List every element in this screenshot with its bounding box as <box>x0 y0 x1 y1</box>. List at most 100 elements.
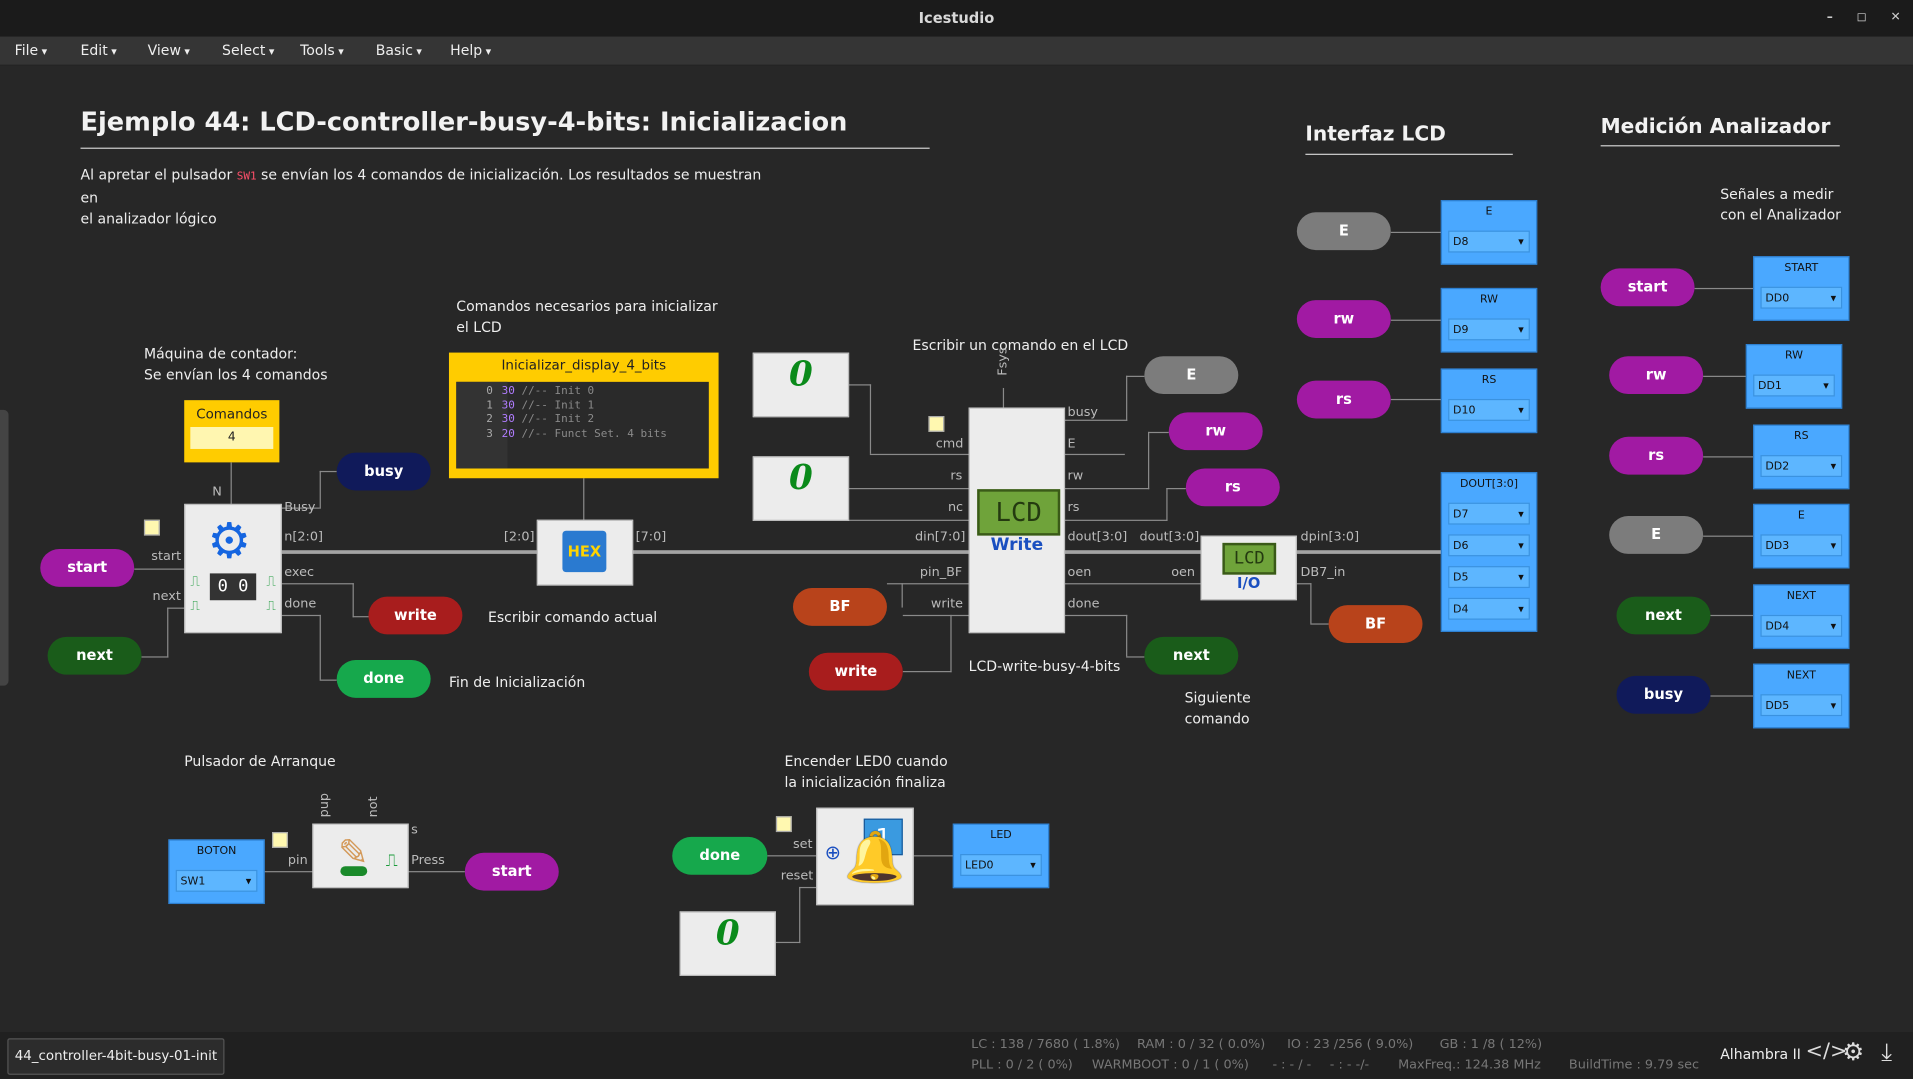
pin-lcd-DOUT[interactable]: DOUT[3:0] D7 D6 D5 D4 <box>1440 472 1538 632</box>
label-a-E[interactable]: E <box>1609 516 1704 554</box>
stat-ram: RAM : 0 / 32 ( 0.0%) <box>1137 1037 1266 1052</box>
pin-select[interactable]: DD2 <box>1760 455 1843 478</box>
label-next[interactable]: next <box>47 636 142 675</box>
close-button[interactable]: ✕ <box>1891 11 1901 24</box>
label-done-in[interactable]: done <box>672 836 768 875</box>
wire-db7 <box>1295 583 1312 585</box>
label-done[interactable]: done <box>336 660 431 698</box>
pin-select[interactable]: D7 <box>1448 502 1530 526</box>
memory-line: 1 30 //-- Init 1 <box>456 400 667 414</box>
menu-select[interactable]: Select <box>222 41 274 58</box>
port-bus70: [7:0] <box>635 529 667 545</box>
constant-zero-2[interactable]: 0 <box>752 456 850 521</box>
pin-lcd-E[interactable]: E D8 <box>1440 200 1538 265</box>
pin-select[interactable]: D8 <box>1448 230 1530 254</box>
board-name[interactable]: Alhambra II <box>1720 1046 1801 1063</box>
pin-select[interactable]: D10 <box>1448 398 1530 422</box>
label-rw-out[interactable]: rw <box>1168 412 1263 451</box>
pin-select[interactable]: DD3 <box>1760 534 1843 558</box>
pin-select[interactable]: DD5 <box>1760 694 1843 717</box>
wire-a-start <box>1694 287 1754 290</box>
wire-busy-v <box>319 470 321 509</box>
pin-a-busy[interactable]: NEXT DD5 <box>1753 663 1850 729</box>
label-a-busy[interactable]: busy <box>1616 675 1711 714</box>
label-write[interactable]: write <box>368 596 463 635</box>
pin-select[interactable]: D4 <box>1448 597 1530 621</box>
constant-zero-3[interactable]: 0 <box>679 911 776 976</box>
comandos-constant[interactable]: Comandos 4 <box>184 400 280 463</box>
label-a-rs[interactable]: rs <box>1609 436 1704 475</box>
lcd-write-block[interactable]: LCD Write <box>968 407 1066 634</box>
menu-basic[interactable]: Basic <box>376 41 422 58</box>
line-value: 30 <box>501 413 515 426</box>
pin-lcd-RW[interactable]: RW D9 <box>1440 287 1538 353</box>
pin-a-next[interactable]: NEXT DD4 <box>1753 584 1850 650</box>
label-write-in[interactable]: write <box>808 652 903 691</box>
pulse-icon: ⎍ <box>266 573 276 590</box>
line-number: 3 <box>486 427 493 440</box>
port-dout-in: dout[3:0] <box>1139 529 1200 545</box>
pin-boton[interactable]: BOTON SW1 <box>168 839 265 905</box>
note-cmds: Comandos necesarios para inicializar el L… <box>456 296 717 337</box>
maximize-button[interactable]: ◻ <box>1857 11 1867 24</box>
pin-select[interactable]: DD4 <box>1760 614 1843 638</box>
memory-editor[interactable]: 0 30 //-- Init 0 1 30 //-- Init 1 2 30 //--… <box>456 381 709 469</box>
note-current: Escribir comando actual <box>488 608 658 626</box>
label-a-next[interactable]: next <box>1616 596 1711 635</box>
note-led: Encender LED0 cuando la inicialización fi… <box>784 752 947 793</box>
menu-help[interactable]: Help <box>450 41 491 58</box>
pin-select[interactable]: D9 <box>1448 318 1530 342</box>
set-arrow-icon: ⊕ <box>824 840 842 864</box>
wire-done-h <box>319 679 337 681</box>
pin-led[interactable]: LED LED0 <box>952 823 1050 889</box>
pin-lcd-RS[interactable]: RS D10 <box>1440 368 1538 434</box>
label-a-start[interactable]: start <box>1600 268 1695 307</box>
label-BF-in[interactable]: BF <box>793 588 887 626</box>
menu-file[interactable]: File <box>15 41 48 58</box>
label-a-rw[interactable]: rw <box>1609 356 1704 395</box>
label-E-out[interactable]: E <box>1144 356 1239 395</box>
menu-view[interactable]: View <box>148 41 190 58</box>
label-start[interactable]: start <box>40 549 135 587</box>
pin-select[interactable]: LED0 <box>960 854 1042 877</box>
pin-a-E[interactable]: E DD3 <box>1753 503 1850 569</box>
label-rs-lcd[interactable]: rs <box>1296 380 1391 419</box>
settings-gear-icon[interactable]: ⚙ <box>1842 1037 1864 1066</box>
wire-busy-h <box>319 470 337 473</box>
label-E-lcd[interactable]: E <box>1296 212 1391 251</box>
button-debounce-block[interactable]: ✎ ⎍ <box>312 823 409 889</box>
pin-select[interactable]: DD0 <box>1760 286 1843 310</box>
label-next-out[interactable]: next <box>1144 636 1239 675</box>
memory-line: 0 30 //-- Init 0 <box>456 386 667 400</box>
comandos-value[interactable]: 4 <box>190 427 274 449</box>
counter-block[interactable]: ⚙ 0 0 ⎍ ⎍ ⎍ ⎍ <box>184 503 282 634</box>
menu-edit[interactable]: Edit <box>81 41 117 58</box>
code-icon[interactable]: </> <box>1806 1039 1848 1063</box>
menu-tools[interactable]: Tools <box>300 41 344 58</box>
label-BF-out[interactable]: BF <box>1328 605 1423 643</box>
pin-a-start[interactable]: START DD0 <box>1753 256 1850 321</box>
note-cmds-1: Comandos necesarios para inicializar <box>456 297 718 315</box>
pin-select[interactable]: DD1 <box>1753 374 1835 398</box>
port-fsys: Fsys <box>996 347 1011 375</box>
pin-select[interactable]: D6 <box>1448 534 1530 558</box>
pin-select[interactable]: D5 <box>1448 566 1530 589</box>
label-busy[interactable]: busy <box>336 452 431 491</box>
constant-zero-1[interactable]: 0 <box>752 352 850 418</box>
pin-a-rw[interactable]: RW DD1 <box>1745 344 1843 409</box>
pin-select[interactable]: SW1 <box>175 869 258 893</box>
pin-a-rs[interactable]: RS DD2 <box>1753 424 1850 490</box>
memory-block[interactable]: Inicializar_display_4_bits 0 30 //-- Init… <box>448 352 719 479</box>
left-panel-handle[interactable] <box>0 409 9 686</box>
rs-flipflop-block[interactable]: 1 🔔 ⊕ <box>816 807 914 906</box>
label-start-out[interactable]: start <box>464 852 559 891</box>
label-rs-out[interactable]: rs <box>1185 468 1280 507</box>
hex-block[interactable]: HEX <box>536 519 634 586</box>
circuit-canvas[interactable]: Ejemplo 44: LCD-controller-busy-4-bits: … <box>0 66 1913 1032</box>
lcd-io-block[interactable]: LCD I/O <box>1200 535 1297 601</box>
minimize-button[interactable]: – <box>1827 11 1833 24</box>
download-icon[interactable]: ⤓ <box>1881 1037 1892 1066</box>
label-rw-lcd[interactable]: rw <box>1296 300 1391 338</box>
pulse-icon: ⎍ <box>190 573 200 590</box>
file-tab[interactable]: 44_controller-4bit-busy-01-init <box>7 1038 225 1075</box>
